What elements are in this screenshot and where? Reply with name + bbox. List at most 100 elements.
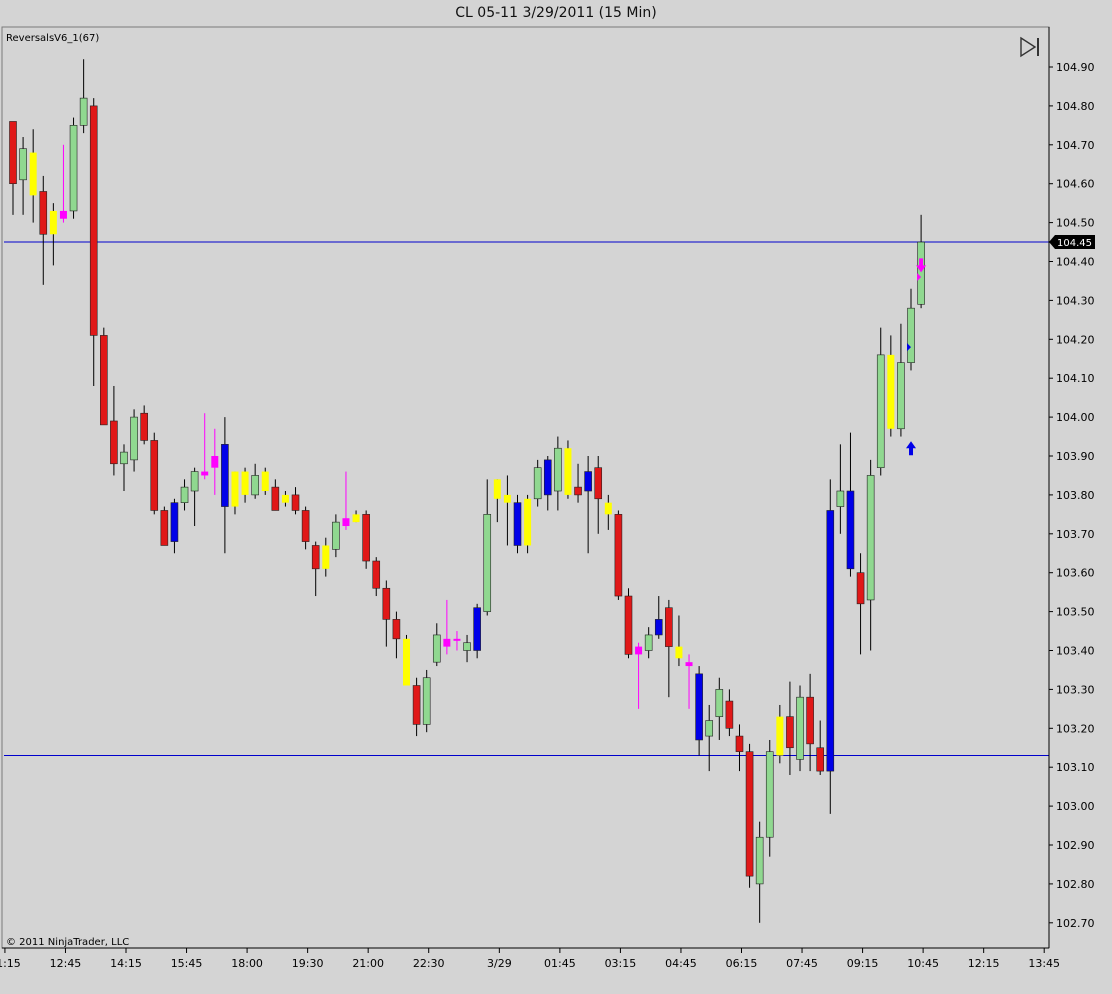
candle-body [19, 148, 27, 181]
candle-body [130, 416, 138, 461]
candle-body [524, 498, 532, 546]
skip-to-end-button[interactable] [1019, 36, 1043, 58]
candle-body [332, 521, 340, 550]
up-arrow-icon [906, 441, 917, 456]
price-tick-label: 102.90 [1056, 839, 1095, 852]
candle-body [503, 494, 511, 503]
candle-body [403, 638, 411, 686]
candle-body [271, 486, 280, 511]
candle-body [322, 545, 330, 569]
candle-body [675, 646, 683, 659]
candle-body [493, 479, 501, 499]
time-tick-label: 3/29 [487, 957, 512, 970]
candle-body [887, 354, 895, 429]
price-tick-label: 104.80 [1056, 100, 1095, 113]
skip-to-end-icon [1020, 36, 1039, 58]
candle-body [715, 689, 724, 717]
candle-body [9, 121, 17, 185]
time-tick-label: 22:30 [413, 957, 445, 970]
candle-body [644, 634, 653, 651]
candle-body [382, 587, 391, 620]
candle-body [665, 607, 673, 647]
time-tick-label: 12:45 [50, 957, 82, 970]
candle-body [594, 467, 603, 500]
candle-body [876, 354, 885, 468]
price-tick-label: 103.90 [1056, 450, 1095, 463]
candle-body [120, 451, 128, 465]
price-tick-label: 102.80 [1056, 878, 1095, 891]
candle-body [584, 471, 592, 492]
price-tick-label: 103.50 [1056, 606, 1095, 619]
candle-body [917, 241, 925, 305]
time-axis[interactable]: 11:15 12:45 14:15 15:45 18:00 19:30 21:00 22:30… [0, 947, 1060, 970]
candle-body [231, 471, 239, 507]
price-tick-label: 104.40 [1056, 256, 1095, 269]
candle-body [826, 510, 835, 772]
candle-body [463, 642, 471, 651]
price-tick-label: 103.60 [1056, 567, 1095, 580]
price-tick-label: 103.10 [1056, 761, 1095, 774]
price-tick-label: 103.30 [1056, 683, 1095, 696]
candle-body [796, 696, 804, 760]
time-tick-label: 14:15 [110, 957, 142, 970]
price-tick-label: 104.00 [1056, 411, 1095, 424]
candle-body [110, 420, 118, 465]
candle-body [705, 720, 714, 737]
time-tick-label: 01:45 [544, 957, 576, 970]
candle-body [422, 677, 431, 725]
candle-body [755, 836, 764, 885]
price-tick-label: 104.20 [1056, 333, 1095, 346]
candle-body [765, 751, 774, 838]
candle-body [201, 471, 209, 476]
candle-body [412, 685, 421, 725]
candle-body [695, 673, 703, 741]
candle-body [836, 490, 845, 507]
current-price-label: 104.45 [1057, 238, 1092, 249]
candle-body [483, 514, 492, 612]
price-tick-label: 103.40 [1056, 645, 1095, 658]
candle-body [190, 471, 199, 492]
candle-body [311, 545, 320, 570]
candle-body [473, 607, 481, 651]
indicator-label: ReversalsV6_1(67) [6, 33, 100, 44]
candle-body [897, 362, 905, 430]
chart-title: CL 05-11 3/29/2011 (15 Min) [455, 5, 657, 21]
candles-layer [9, 59, 925, 923]
candle-body [160, 510, 169, 546]
candle-body [745, 751, 754, 877]
candle-body [100, 335, 108, 426]
candle-body [49, 210, 57, 235]
candle-body [654, 619, 663, 636]
candlestick-chart[interactable]: 104.90 104.80 104.70 104.60 104.50 104.40 104.… [0, 0, 1112, 994]
candle-body [261, 471, 269, 492]
price-axis[interactable]: 104.90 104.80 104.70 104.60 104.50 104.40 104.… [1048, 27, 1095, 948]
candle-body [241, 471, 249, 495]
candle-body [786, 716, 794, 749]
candle-body [866, 475, 875, 601]
plot-area-border [1, 26, 1050, 949]
candle-body [352, 514, 360, 523]
candle-body [725, 700, 734, 729]
candle-body [372, 560, 381, 589]
candle-body [29, 152, 37, 196]
price-tick-label: 103.20 [1056, 722, 1095, 735]
time-tick-label: 11:15 [0, 957, 21, 970]
chart-window: 104.90 104.80 104.70 104.60 104.50 104.40 104.… [0, 0, 1112, 994]
candle-body [564, 448, 572, 495]
candle-body [150, 440, 159, 511]
time-tick-label: 03:15 [605, 957, 637, 970]
candle-body [251, 475, 259, 496]
candle-body [685, 662, 693, 667]
candle-body [453, 638, 461, 641]
time-tick-label: 12:15 [968, 957, 1000, 970]
candle-body [79, 97, 88, 126]
candle-body [513, 502, 522, 546]
price-tick-label: 104.60 [1056, 178, 1095, 191]
time-tick-label: 07:45 [786, 957, 818, 970]
candle-body [291, 494, 300, 511]
candle-body [301, 510, 310, 542]
time-tick-label: 19:30 [292, 957, 324, 970]
candle-body [907, 307, 915, 363]
candle-body [856, 572, 865, 605]
candle-body [635, 646, 643, 655]
